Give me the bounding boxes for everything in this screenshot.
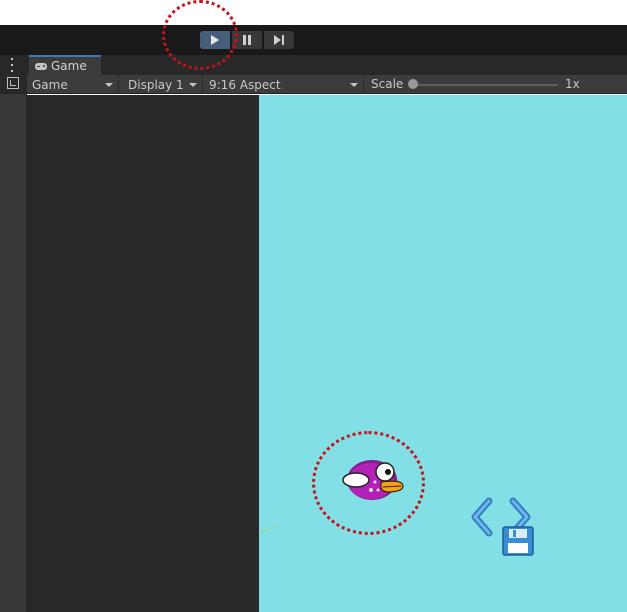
bird-sprite[interactable] [341, 457, 405, 503]
view-dropdown[interactable]: Game [27, 75, 119, 94]
scale-label: Scale [371, 77, 404, 91]
left-panel-edge [0, 94, 26, 612]
scale-slider-track[interactable] [412, 84, 558, 86]
step-icon [274, 35, 284, 45]
gamepad-icon [35, 62, 47, 70]
aspect-dropdown[interactable]: 9:16 Aspect [204, 75, 364, 94]
pause-icon [243, 35, 251, 45]
play-button[interactable] [200, 31, 230, 49]
chevron-down-icon [350, 83, 358, 87]
display-dropdown-label: Display 1 [128, 77, 184, 92]
chevron-down-icon [105, 83, 113, 87]
kebab-menu-icon[interactable] [9, 58, 15, 72]
scale-value: 1x [565, 77, 580, 91]
view-dropdown-label: Game [32, 77, 68, 92]
code-save-icon[interactable] [467, 495, 539, 559]
tab-game[interactable]: Game [29, 55, 101, 75]
aspect-dropdown-label: 9:16 Aspect [209, 77, 281, 92]
letterbox-area [27, 95, 259, 612]
game-view[interactable] [259, 95, 627, 612]
play-icon [211, 35, 219, 45]
maximize-icon[interactable] [7, 77, 19, 89]
tab-label: Game [51, 59, 87, 73]
step-button[interactable] [264, 31, 294, 49]
display-dropdown[interactable]: Display 1 [123, 75, 203, 94]
scale-slider-thumb[interactable] [408, 79, 418, 89]
top-margin [0, 0, 627, 25]
chevron-down-icon [189, 83, 197, 87]
tab-bar [27, 55, 627, 75]
pause-button[interactable] [232, 31, 262, 49]
main-toolbar [0, 25, 627, 55]
